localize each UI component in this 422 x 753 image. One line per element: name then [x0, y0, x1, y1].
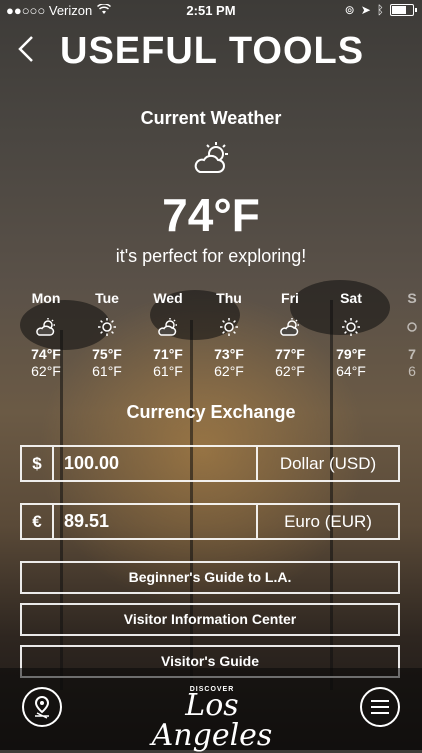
- forecast-day-name: Mon: [31, 290, 61, 306]
- forecast-day: Sat 79°F 64°F: [325, 290, 377, 379]
- currency-select-eur[interactable]: Euro (EUR): [256, 505, 398, 538]
- bottom-bar: DISCOVER Los Angeles: [0, 668, 422, 751]
- forecast-low: 61°F: [153, 363, 183, 379]
- forecast-low: 64°F: [336, 363, 366, 379]
- hamburger-menu-icon: [371, 700, 389, 714]
- map-button[interactable]: [22, 687, 62, 727]
- currency-row-usd: $ 100.00 Dollar (USD): [20, 445, 400, 482]
- bluetooth-icon: ᛒ: [376, 3, 384, 17]
- amount-input-usd[interactable]: 100.00: [64, 447, 119, 480]
- status-bar: ●●○○○ Verizon 2:51 PM ⊚ ➤ ᛒ: [0, 0, 422, 22]
- forecast-day-name: Sat: [340, 290, 362, 306]
- current-temperature: 74°F: [162, 189, 260, 241]
- forecast-day: Tue 75°F 61°F: [81, 290, 133, 379]
- partly-cloudy-icon: [264, 316, 316, 342]
- currency-symbol: $: [22, 447, 54, 480]
- partly-cloudy-icon: [142, 316, 194, 342]
- weather-tagline: it's perfect for exploring!: [115, 246, 307, 266]
- forecast-day-name: Thu: [216, 290, 242, 306]
- forecast-high: 77°F: [275, 346, 305, 362]
- forecast-day: S 7 6: [386, 290, 422, 379]
- currency-select-usd[interactable]: Dollar (USD): [256, 447, 398, 480]
- beginners-guide-button[interactable]: Beginner's Guide to L.A.: [20, 561, 400, 594]
- brand-name: Los Angeles: [151, 688, 273, 753]
- forecast-high: 7: [408, 346, 416, 362]
- battery-icon: [390, 4, 417, 16]
- sunny-icon: [203, 316, 255, 342]
- forecast-day-name: Wed: [153, 290, 183, 306]
- menu-button[interactable]: [360, 687, 400, 727]
- currency-row-eur: € 89.51 Euro (EUR): [20, 503, 400, 540]
- forecast-low: 62°F: [275, 363, 305, 379]
- forecast-high: 75°F: [92, 346, 122, 362]
- header: USEFUL TOOLS: [0, 28, 422, 78]
- forecast-day-name: Fri: [281, 290, 299, 306]
- location-icon: ➤: [360, 3, 371, 17]
- forecast-strip[interactable]: Mon 74°F 62°F Tue 75°F 61°F Wed 71°F 61°…: [0, 290, 422, 380]
- sunny-icon: [81, 316, 133, 342]
- forecast-low: 6: [408, 363, 416, 379]
- forecast-day-name: Tue: [95, 290, 119, 306]
- forecast-day-name: S: [407, 290, 417, 306]
- map-pin-icon: [34, 695, 50, 719]
- forecast-low: 62°F: [31, 363, 61, 379]
- forecast-high: 71°F: [153, 346, 183, 362]
- currency-symbol: €: [22, 505, 54, 538]
- forecast-high: 73°F: [214, 346, 244, 362]
- forecast-day: Wed 71°F 61°F: [142, 290, 194, 379]
- forecast-day: Thu 73°F 62°F: [203, 290, 255, 379]
- discover-los-angeles-logo: DISCOVER Los Angeles: [132, 686, 292, 751]
- forecast-high: 74°F: [31, 346, 61, 362]
- sunny-icon: [386, 316, 422, 342]
- forecast-day: Mon 74°F 62°F: [20, 290, 72, 379]
- forecast-day: Fri 77°F 62°F: [264, 290, 316, 379]
- visitor-information-center-button[interactable]: Visitor Information Center: [20, 603, 400, 636]
- chevron-left-icon: [18, 36, 33, 62]
- amount-input-eur[interactable]: 89.51: [64, 505, 109, 538]
- partly-cloudy-icon: [20, 316, 72, 342]
- currency-exchange-title: Currency Exchange: [126, 402, 296, 422]
- forecast-low: 62°F: [214, 363, 244, 379]
- page-title: USEFUL TOOLS: [60, 30, 365, 72]
- lock-rotation-icon: ⊚: [344, 3, 355, 17]
- back-button[interactable]: [16, 34, 40, 74]
- current-weather-title: Current Weather: [140, 108, 282, 128]
- forecast-low: 61°F: [92, 363, 122, 379]
- partly-cloudy-icon: [192, 140, 232, 176]
- forecast-high: 79°F: [336, 346, 366, 362]
- sunny-icon: [325, 316, 377, 342]
